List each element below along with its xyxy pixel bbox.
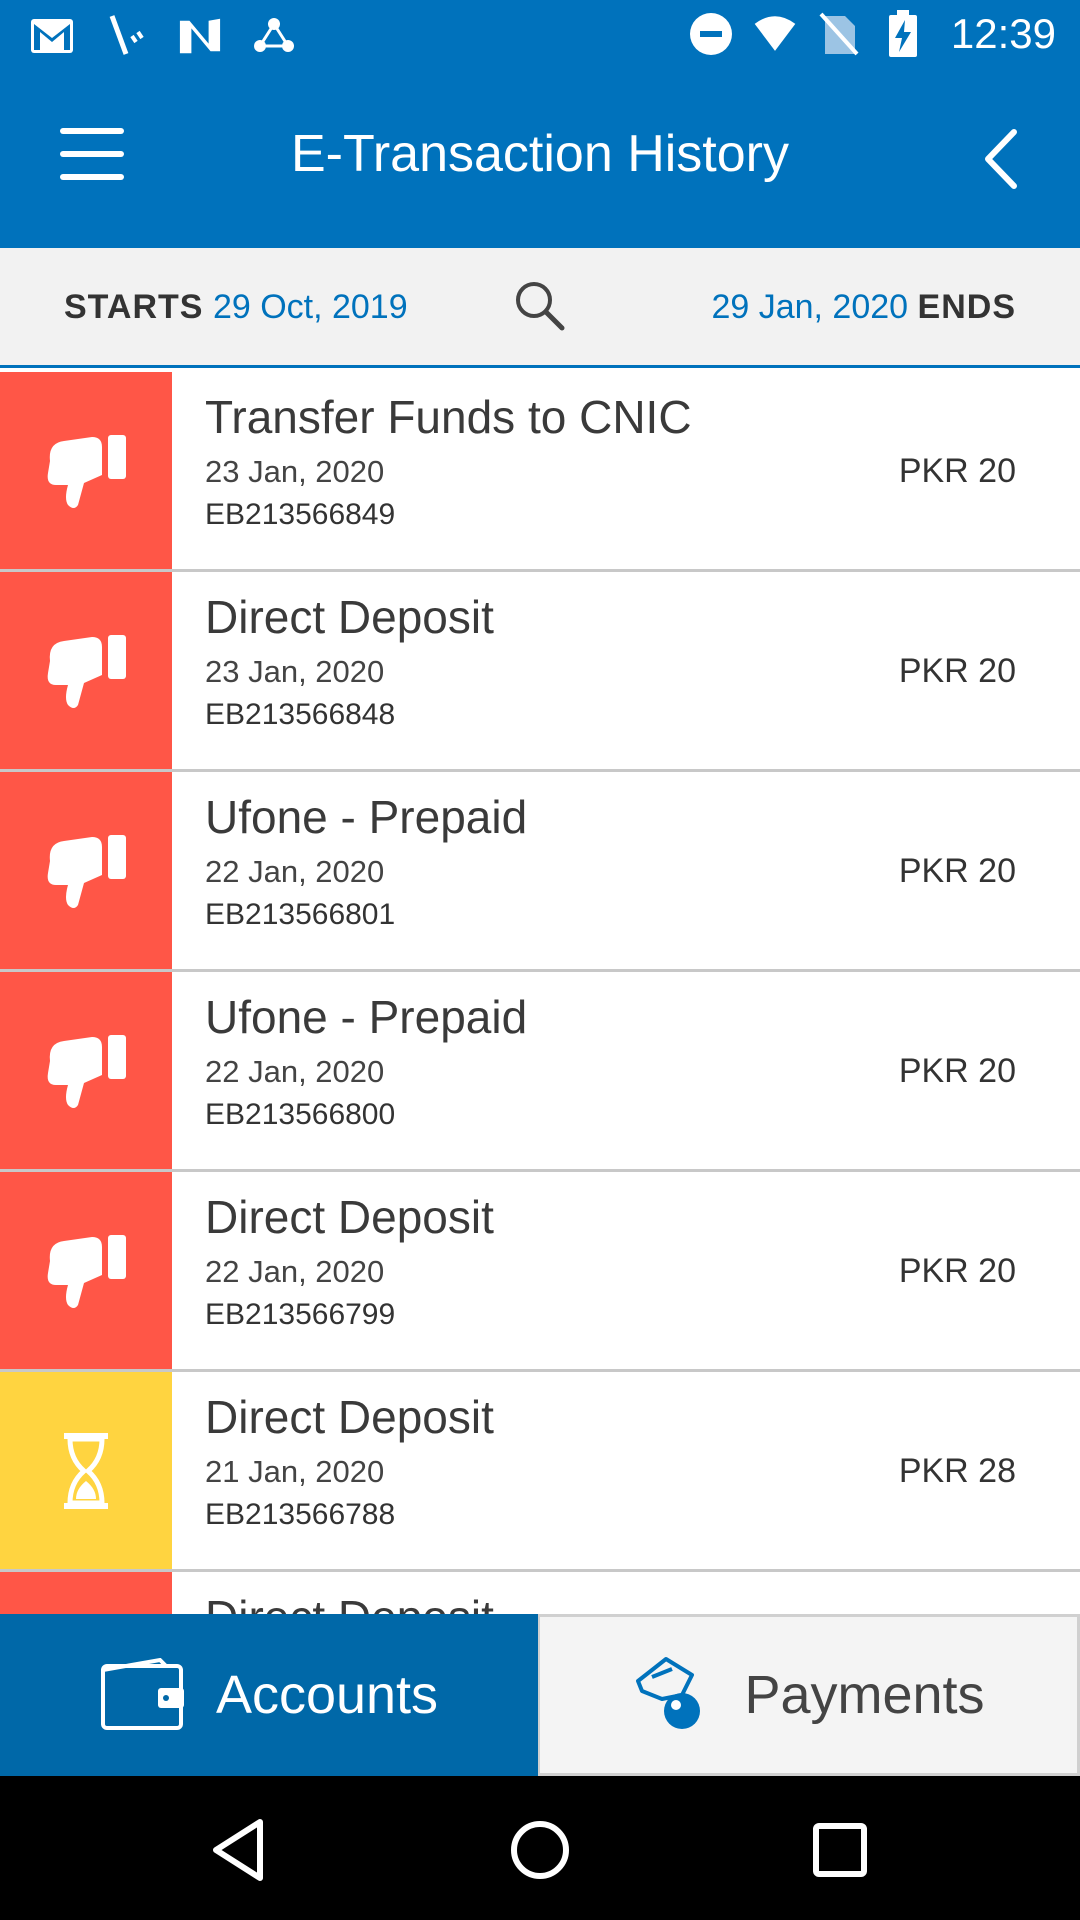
transaction-amount: PKR 20 [898,1252,1016,1290]
transaction-title: Direct Deposit [205,1391,494,1443]
n-app-icon [178,14,222,58]
share-app-icon [252,14,296,58]
transaction-title: Transfer Funds to CNIC [205,391,692,443]
transaction-row[interactable]: Direct Deposit 21 Jan, 2020 EB213566788 … [0,1372,1080,1572]
transaction-list[interactable]: Transfer Funds to CNIC 23 Jan, 2020 EB21… [0,372,1080,1614]
thumbs-down-icon [47,634,126,708]
status-pending-badge [0,1372,172,1569]
transaction-row[interactable]: Direct Deposit [0,1572,1080,1614]
system-nav-bar [0,1776,1080,1920]
transaction-title: Direct Deposit [205,1590,494,1614]
nav-back-button[interactable] [202,1812,278,1888]
thumbs-down-icon [47,1034,126,1108]
no-sim-icon [817,12,861,56]
transaction-date: 23 Jan, 2020 [205,454,385,489]
transaction-row[interactable]: Direct Deposit 22 Jan, 2020 EB213566799 … [0,1172,1080,1372]
search-button[interactable] [512,278,568,334]
status-failed-badge [0,972,172,1169]
transaction-date: 21 Jan, 2020 [205,1454,385,1489]
transaction-reference: EB213566800 [205,1098,396,1131]
page-title: E-Transaction History [291,125,789,183]
transaction-reference: EB213566849 [205,498,396,531]
end-date-value[interactable]: 29 Jan, 2020 [711,288,908,326]
transaction-amount: PKR 20 [898,452,1016,490]
thumbs-down-icon [47,434,126,508]
transaction-date: 23 Jan, 2020 [205,654,385,689]
search-icon [516,282,565,331]
back-button[interactable] [970,124,1030,194]
transaction-amount: PKR 20 [898,652,1016,690]
nav-home-button[interactable] [502,1812,578,1888]
starts-label: STARTS [64,288,204,326]
status-failed-badge [0,1172,172,1369]
signal-tool-icon [104,14,148,58]
date-range-bar: STARTS 29 Oct, 2019 29 Jan, 2020 ENDS [0,248,1080,368]
payment-hand-icon [636,1657,701,1729]
start-date-filter[interactable]: STARTS 29 Oct, 2019 [64,288,408,327]
end-date-filter[interactable]: 29 Jan, 2020 ENDS [711,288,1016,327]
transaction-row[interactable]: Transfer Funds to CNIC 23 Jan, 2020 EB21… [0,372,1080,572]
transaction-amount: PKR 20 [898,1052,1016,1090]
circle-home-icon [511,1821,569,1879]
status-failed-badge [0,372,172,569]
ends-label: ENDS [917,288,1016,326]
wallet-icon [100,1658,184,1730]
status-failed-badge [0,772,172,969]
square-recents-icon [813,1823,867,1877]
transaction-row[interactable]: Ufone - Prepaid 22 Jan, 2020 EB213566800… [0,972,1080,1172]
transaction-amount: PKR 28 [898,1452,1016,1490]
thumbs-down-icon [47,1234,126,1308]
tab-accounts[interactable]: Accounts [0,1614,538,1776]
status-bar: 12:39 [0,0,1080,72]
triangle-back-icon [213,1819,263,1881]
transaction-date: 22 Jan, 2020 [205,1054,385,1089]
hourglass-icon [64,1432,108,1509]
transaction-title: Ufone - Prepaid [205,791,528,843]
transaction-reference: EB213566788 [205,1498,396,1531]
transaction-amount: PKR 20 [898,852,1016,890]
clock: 12:39 [950,10,1056,57]
transaction-title: Ufone - Prepaid [205,991,528,1043]
status-failed-badge [0,572,172,769]
thumbs-down-icon [47,834,126,908]
transaction-reference: EB213566848 [205,698,396,731]
transaction-title: Direct Deposit [205,591,494,643]
wifi-icon [753,12,797,56]
battery-charging-icon [881,10,925,57]
gmail-icon [30,14,74,58]
chevron-left-icon [985,129,1017,189]
transaction-reference: EB213566801 [205,898,396,931]
transaction-title: Direct Deposit [205,1191,494,1243]
transaction-row[interactable]: Direct Deposit 23 Jan, 2020 EB213566848 … [0,572,1080,772]
app-bar: E-Transaction History [0,72,1080,248]
transaction-reference: EB213566799 [205,1298,396,1331]
tab-payments[interactable]: Payments [538,1614,1080,1776]
nav-recent-button[interactable] [802,1812,878,1888]
transaction-date: 22 Jan, 2020 [205,854,385,889]
do-not-disturb-icon [689,12,733,56]
status-failed-badge [0,1572,172,1614]
transaction-date: 22 Jan, 2020 [205,1254,385,1289]
transaction-row[interactable]: Ufone - Prepaid 22 Jan, 2020 EB213566801… [0,772,1080,972]
bottom-tab-bar: Accounts Payments [0,1614,1080,1776]
start-date-value[interactable]: 29 Oct, 2019 [213,288,408,326]
tab-payments-label: Payments [744,1665,985,1725]
tab-accounts-label: Accounts [215,1665,439,1725]
